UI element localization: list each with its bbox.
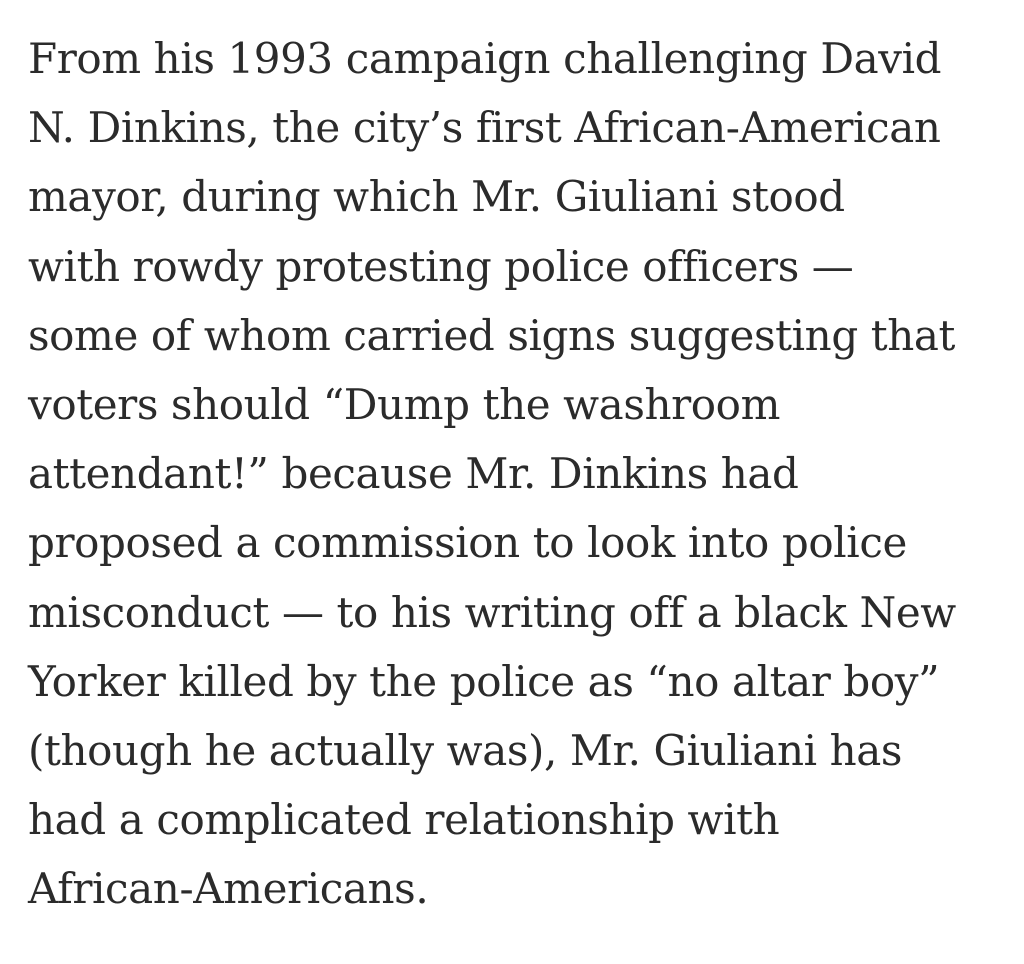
paragraph-line: had a complicated relationship with: [28, 795, 780, 845]
paragraph-line: voters should “Dump the washroom: [28, 380, 780, 430]
paragraph-line: African-Americans.: [28, 864, 429, 914]
paragraph-line: Yorker killed by the police as “no altar…: [28, 656, 940, 706]
paragraph-line: some of whom carried signs suggesting th…: [28, 310, 956, 360]
article-paragraph: From his 1993 campaign challenging David…: [28, 24, 1018, 924]
paragraph-line: attendant!” because Mr. Dinkins had: [28, 449, 799, 499]
paragraph-line: N. Dinkins, the city’s first African-Ame…: [28, 103, 941, 153]
paragraph-line: (though he actually was), Mr. Giuliani h…: [28, 726, 903, 776]
paragraph-line: From his 1993 campaign challenging David: [28, 34, 942, 83]
paragraph-line: proposed a commission to look into polic…: [28, 518, 907, 568]
paragraph-line: with rowdy protesting police officers —: [28, 241, 854, 291]
paragraph-line: misconduct — to his writing off a black …: [28, 587, 956, 637]
paragraph-line: mayor, during which Mr. Giuliani stood: [28, 172, 845, 222]
